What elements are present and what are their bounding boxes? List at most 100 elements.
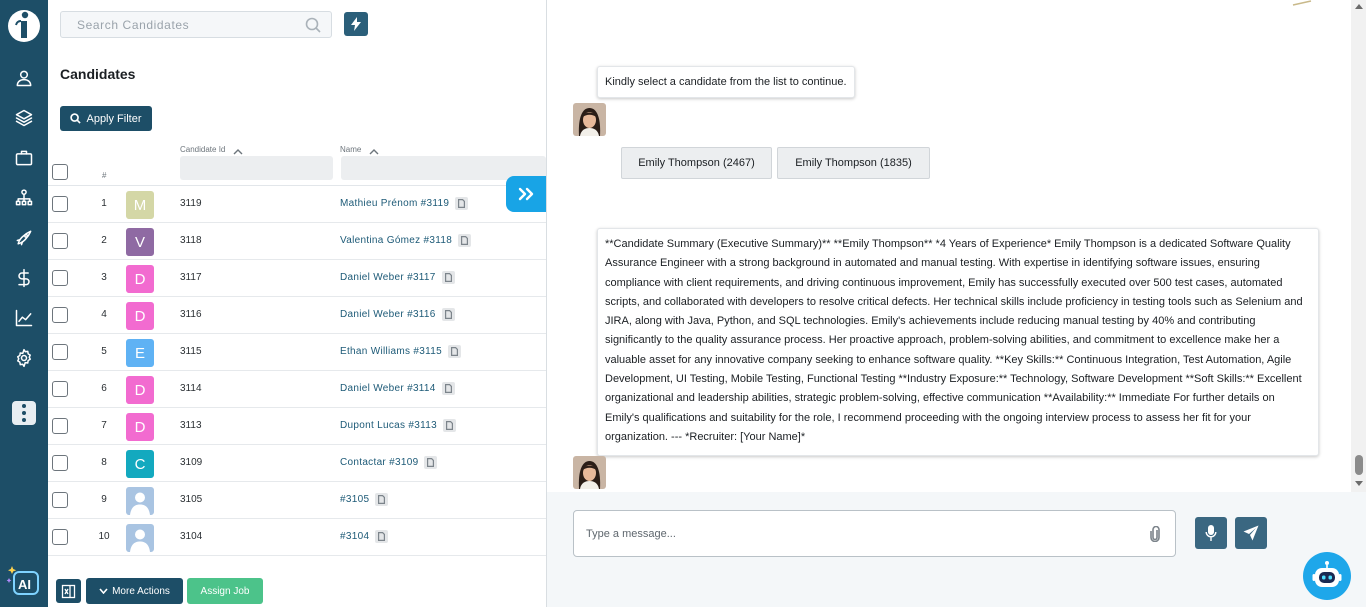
- send-message-button[interactable]: [1235, 517, 1267, 549]
- row-checkbox[interactable]: [52, 492, 68, 508]
- avatar: M: [126, 191, 154, 219]
- table-row[interactable]: 8 C 3109 Contactar #3109: [48, 445, 546, 482]
- chatbot-launcher-button[interactable]: [1303, 552, 1351, 600]
- candidate-name[interactable]: Mathieu Prénom #3119: [340, 198, 449, 209]
- scroll-up-arrow-icon[interactable]: [1355, 3, 1363, 9]
- candidate-name[interactable]: Daniel Weber #3114: [340, 383, 436, 394]
- nav-briefcase-icon[interactable]: [12, 146, 36, 170]
- candidate-summary-message: **Candidate Summary (Executive Summary)*…: [597, 228, 1319, 457]
- candidate-name-link[interactable]: #3105: [340, 493, 389, 506]
- table-row[interactable]: 10 3104 #3104: [48, 519, 546, 556]
- candidate-name-link[interactable]: Dupont Lucas #3113: [340, 419, 456, 432]
- row-index: 10: [98, 531, 110, 542]
- sort-name-button[interactable]: [369, 142, 379, 155]
- row-index: 7: [101, 420, 107, 431]
- row-checkbox[interactable]: [52, 344, 68, 360]
- nav-org-chart-icon[interactable]: [12, 186, 36, 210]
- avatar: D: [126, 302, 154, 330]
- resume-icon[interactable]: [441, 308, 455, 321]
- paperclip-icon[interactable]: [1149, 526, 1161, 542]
- candidate-name[interactable]: Contactar #3109: [340, 457, 418, 468]
- candidate-id: 3109: [180, 457, 203, 468]
- candidate-name-link[interactable]: #3104: [340, 530, 389, 543]
- table-row[interactable]: 1 M 3119 Mathieu Prénom #3119: [48, 186, 546, 223]
- scroll-down-arrow-icon[interactable]: [1355, 481, 1363, 487]
- message-input[interactable]: Type a message...: [573, 510, 1176, 557]
- table-row[interactable]: 4 D 3116 Daniel Weber #3116: [48, 297, 546, 334]
- apply-filter-button[interactable]: Apply Filter: [60, 106, 152, 131]
- table-row[interactable]: 9 3105 #3105: [48, 482, 546, 519]
- nav-rocket-icon[interactable]: [12, 226, 36, 250]
- resume-icon[interactable]: [441, 271, 455, 284]
- row-checkbox[interactable]: [52, 233, 68, 249]
- sort-candidate-id-button[interactable]: [233, 142, 243, 155]
- candidate-id-filter-input[interactable]: [180, 156, 333, 180]
- resume-icon[interactable]: [447, 345, 461, 358]
- collapse-panel-button[interactable]: [506, 176, 546, 212]
- avatar: C: [126, 450, 154, 478]
- row-checkbox[interactable]: [52, 418, 68, 434]
- row-checkbox[interactable]: [52, 529, 68, 545]
- table-row[interactable]: 2 V 3118 Valentina Gómez #3118: [48, 223, 546, 260]
- search-icon: [70, 113, 82, 124]
- candidate-name-link[interactable]: Daniel Weber #3116: [340, 308, 455, 321]
- voice-input-button[interactable]: [1195, 517, 1227, 549]
- more-actions-label: More Actions: [112, 585, 170, 597]
- row-checkbox[interactable]: [52, 455, 68, 471]
- candidate-name[interactable]: Ethan Williams #3115: [340, 346, 442, 357]
- more-actions-button[interactable]: More Actions: [86, 578, 183, 604]
- row-checkbox[interactable]: [52, 270, 68, 286]
- brand-logo[interactable]: [7, 6, 41, 44]
- resume-icon[interactable]: [441, 382, 455, 395]
- candidate-option-button[interactable]: Emily Thompson (2467): [621, 147, 772, 179]
- candidate-name[interactable]: Valentina Gómez #3118: [340, 235, 452, 246]
- row-index: 3: [101, 272, 107, 283]
- column-header-index: #: [102, 171, 107, 180]
- candidate-name[interactable]: Daniel Weber #3116: [340, 309, 436, 320]
- assign-job-button[interactable]: Assign Job: [187, 578, 263, 604]
- row-checkbox[interactable]: [52, 381, 68, 397]
- candidate-option-button[interactable]: Emily Thompson (1835): [777, 147, 930, 179]
- candidate-name-link[interactable]: Daniel Weber #3114: [340, 382, 455, 395]
- export-excel-button[interactable]: [56, 579, 81, 603]
- candidate-name[interactable]: Dupont Lucas #3113: [340, 420, 437, 431]
- candidate-name-link[interactable]: Daniel Weber #3117: [340, 271, 455, 284]
- row-checkbox[interactable]: [52, 196, 68, 212]
- avatar: D: [126, 413, 154, 441]
- table-row[interactable]: 7 D 3113 Dupont Lucas #3113: [48, 408, 546, 445]
- table-row[interactable]: 3 D 3117 Daniel Weber #3117: [48, 260, 546, 297]
- nav-analytics-icon[interactable]: [12, 306, 36, 330]
- avatar: V: [126, 228, 154, 256]
- nav-dollar-icon[interactable]: [12, 266, 36, 290]
- table-row[interactable]: 5 E 3115 Ethan Williams #3115: [48, 334, 546, 371]
- resume-icon[interactable]: [442, 419, 456, 432]
- select-all-checkbox[interactable]: [52, 164, 68, 180]
- avatar-placeholder-icon: [126, 524, 154, 552]
- vertical-dots-icon: [22, 404, 26, 408]
- more-menu-button[interactable]: [12, 401, 36, 425]
- candidate-name-link[interactable]: Ethan Williams #3115: [340, 345, 461, 358]
- resume-icon[interactable]: [375, 530, 389, 543]
- table-row[interactable]: 6 D 3114 Daniel Weber #3114: [48, 371, 546, 408]
- nav-layers-icon[interactable]: [12, 106, 36, 130]
- ai-assistant-icon[interactable]: AI: [6, 564, 42, 598]
- sort-up-icon: [369, 149, 379, 155]
- candidate-id: 3117: [180, 272, 202, 283]
- row-checkbox[interactable]: [52, 307, 68, 323]
- chat-scrollbar[interactable]: [1351, 0, 1366, 492]
- candidate-name[interactable]: #3105: [340, 494, 369, 505]
- candidate-name-link[interactable]: Contactar #3109: [340, 456, 438, 469]
- resume-icon[interactable]: [458, 234, 472, 247]
- candidate-name-link[interactable]: Valentina Gómez #3118: [340, 234, 472, 247]
- candidate-name-link[interactable]: Mathieu Prénom #3119: [340, 197, 469, 210]
- search-candidates-input[interactable]: Search Candidates: [60, 11, 332, 38]
- candidate-name[interactable]: Daniel Weber #3117: [340, 272, 436, 283]
- nav-gear-icon[interactable]: [12, 346, 36, 370]
- resume-icon[interactable]: [424, 456, 438, 469]
- scrollbar-thumb[interactable]: [1355, 455, 1363, 475]
- resume-icon[interactable]: [455, 197, 469, 210]
- quick-action-button[interactable]: [344, 12, 368, 36]
- candidate-name[interactable]: #3104: [340, 531, 369, 542]
- resume-icon[interactable]: [375, 493, 389, 506]
- nav-user-icon[interactable]: [12, 66, 36, 90]
